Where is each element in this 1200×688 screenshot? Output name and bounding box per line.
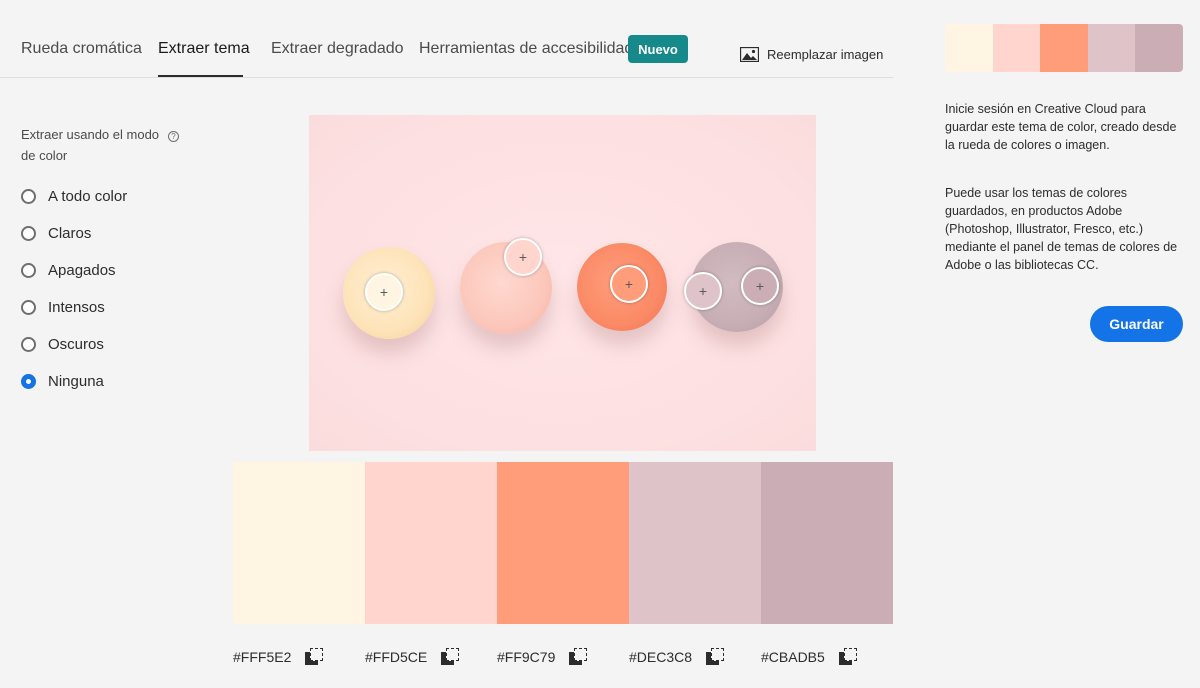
radio-button[interactable] — [21, 263, 36, 278]
color-picker-handle[interactable]: + — [504, 238, 542, 276]
preview-swatch — [1135, 24, 1183, 72]
tab-extract-gradient[interactable]: Extraer degradado — [271, 40, 404, 58]
hex-item: #FFD5CE — [365, 648, 497, 666]
radio-button[interactable] — [21, 300, 36, 315]
replace-image-label: Reemplazar imagen — [767, 47, 884, 62]
active-tab-indicator — [158, 75, 243, 77]
preview-swatch — [1087, 24, 1136, 72]
copy-icon[interactable] — [838, 648, 857, 666]
color-swatch[interactable] — [629, 462, 761, 624]
picker-plus-icon: + — [755, 278, 765, 294]
radio-label: Oscuros — [48, 336, 104, 353]
radio-deep[interactable]: Intensos — [21, 299, 105, 316]
source-image: + + + + + — [309, 115, 816, 451]
radio-muted[interactable]: Apagados — [21, 262, 116, 279]
color-swatch[interactable] — [761, 462, 893, 624]
radio-label: A todo color — [48, 188, 128, 205]
radio-label: Apagados — [48, 262, 116, 279]
hex-value[interactable]: #FFF5E2 — [233, 649, 291, 665]
tab-extract-theme[interactable]: Extraer tema — [158, 40, 250, 58]
hex-item: #FF9C79 — [497, 648, 629, 666]
usage-info-text: Puede usar los temas de colores guardado… — [945, 186, 1178, 272]
radio-none[interactable]: Ninguna — [21, 373, 104, 390]
color-picker-handle[interactable]: + — [610, 265, 648, 303]
picker-plus-icon: + — [624, 276, 634, 292]
hex-item: #DEC3C8 — [629, 648, 761, 666]
new-badge: Nuevo — [628, 35, 688, 63]
image-icon — [740, 47, 759, 62]
radio-label: Claros — [48, 225, 92, 242]
color-picker-handle[interactable]: + — [684, 272, 722, 310]
theme-preview — [945, 24, 1183, 72]
hex-value[interactable]: #FFD5CE — [365, 649, 427, 665]
copy-icon[interactable] — [441, 648, 460, 666]
radio-label: Intensos — [48, 299, 105, 316]
radio-button[interactable] — [21, 189, 36, 204]
tab-color-wheel[interactable]: Rueda cromática — [21, 40, 142, 58]
picker-plus-icon: + — [698, 283, 708, 299]
radio-full-color[interactable]: A todo color — [21, 188, 127, 205]
hex-item: #CBADB5 — [761, 648, 893, 666]
color-picker-handle[interactable]: + — [741, 267, 779, 305]
color-swatch[interactable] — [365, 462, 497, 624]
picker-plus-icon: + — [379, 284, 389, 300]
radio-bright[interactable]: Claros — [21, 225, 91, 242]
color-swatch[interactable] — [497, 462, 629, 624]
signin-info-text: Inicie sesión en Creative Cloud para gua… — [945, 102, 1177, 152]
preview-swatch — [1040, 24, 1088, 72]
color-swatch[interactable] — [233, 462, 365, 624]
replace-image-button[interactable]: Reemplazar imagen — [740, 47, 883, 62]
copy-icon[interactable] — [569, 648, 588, 666]
preview-swatch — [992, 24, 1041, 72]
color-picker-handle[interactable]: + — [365, 273, 403, 311]
hex-value[interactable]: #FF9C79 — [497, 649, 555, 665]
copy-icon[interactable] — [305, 648, 324, 666]
radio-button[interactable] — [21, 226, 36, 241]
radio-dark[interactable]: Oscuros — [21, 336, 104, 353]
radio-button-selected[interactable] — [21, 374, 36, 389]
picker-plus-icon: + — [518, 249, 528, 265]
help-icon[interactable]: ? — [168, 131, 179, 142]
save-button[interactable]: Guardar — [1090, 306, 1183, 342]
radio-button[interactable] — [21, 337, 36, 352]
copy-icon[interactable] — [706, 648, 725, 666]
hex-row: #FFF5E2 #FFD5CE #FF9C79 #DEC3C8 #CBADB5 — [233, 648, 893, 666]
radio-label: Ninguna — [48, 373, 104, 390]
hex-value[interactable]: #CBADB5 — [761, 649, 825, 665]
hex-value[interactable]: #DEC3C8 — [629, 649, 692, 665]
color-mode-label: Extraer usando el modo de color — [21, 127, 160, 163]
tab-accessibility-tools[interactable]: Herramientas de accesibilidad — [419, 40, 633, 58]
tab-bar: Rueda cromática Extraer tema Extraer deg… — [0, 28, 893, 78]
preview-swatch — [945, 24, 993, 72]
swatch-row — [233, 462, 893, 624]
hex-item: #FFF5E2 — [233, 648, 365, 666]
